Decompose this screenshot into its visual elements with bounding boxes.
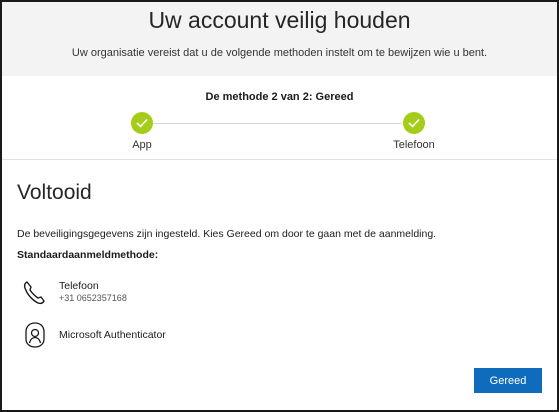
header: Uw account veilig houden Uw organisatie … xyxy=(2,2,557,76)
divider xyxy=(2,159,557,160)
page-subtitle: Uw organisatie vereist dat u de volgende… xyxy=(71,47,488,59)
method-detail: +31 0652357168 xyxy=(59,293,127,303)
authenticator-icon xyxy=(20,320,50,350)
done-button[interactable]: Gereed xyxy=(474,368,542,393)
info-text: De beveiligingsgegevens zijn ingesteld. … xyxy=(17,228,437,240)
method-name: Telefoon xyxy=(59,280,99,292)
checkmark-icon xyxy=(403,112,425,134)
checkmark-icon xyxy=(131,112,153,134)
progress-label: De methode 2 van 2: Gereed xyxy=(205,91,354,103)
dialog-frame: Uw account veilig houden Uw organisatie … xyxy=(0,0,559,412)
method-name: Microsoft Authenticator xyxy=(59,329,166,341)
step-telefoon: Telefoon xyxy=(374,112,454,151)
section-title: Voltooid xyxy=(17,181,92,204)
step-app: App xyxy=(102,112,182,151)
phone-icon xyxy=(20,278,50,308)
step-label: App xyxy=(132,139,152,151)
default-method-label: Standaardaanmeldmethode: xyxy=(17,249,159,261)
step-label: Telefoon xyxy=(393,139,435,151)
progress-line xyxy=(153,123,402,124)
page-title: Uw account veilig houden xyxy=(148,7,411,33)
